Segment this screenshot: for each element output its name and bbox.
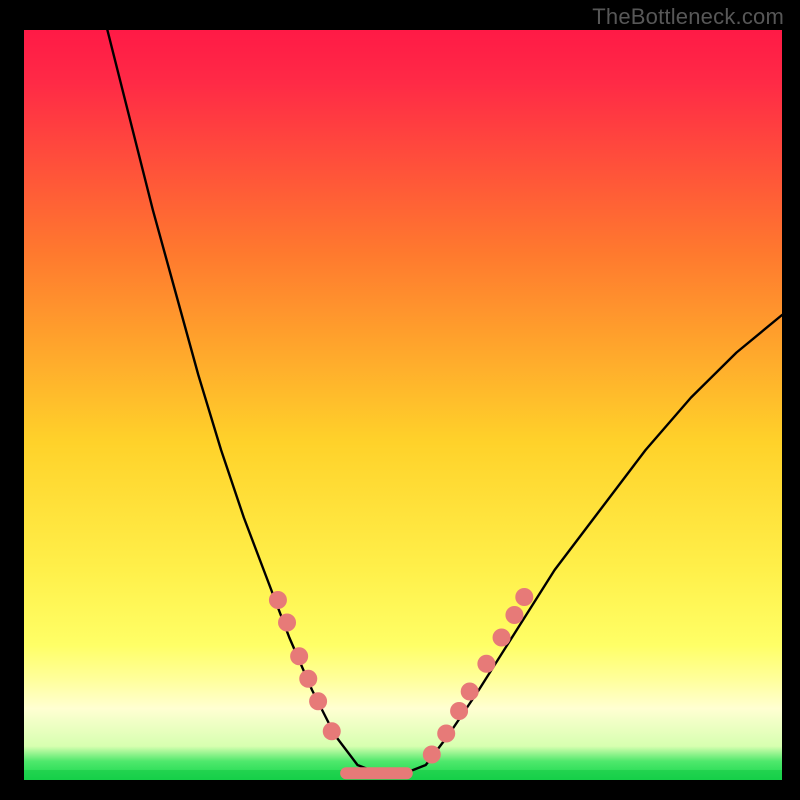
chart-frame: TheBottleneck.com <box>0 0 800 800</box>
data-dot <box>505 606 523 624</box>
data-dot <box>323 722 341 740</box>
data-dot <box>290 647 308 665</box>
data-dot <box>278 614 296 632</box>
data-dot <box>299 670 317 688</box>
data-dot <box>437 725 455 743</box>
watermark-text: TheBottleneck.com <box>592 4 784 30</box>
data-dot <box>461 683 479 701</box>
data-dot <box>269 591 287 609</box>
data-dot <box>423 746 441 764</box>
plot-area <box>24 30 782 780</box>
data-dot <box>450 702 468 720</box>
data-dot <box>493 629 511 647</box>
data-dot <box>309 692 327 710</box>
data-dot <box>477 655 495 673</box>
data-dot <box>515 588 533 606</box>
bottleneck-chart <box>24 30 782 780</box>
heat-gradient <box>24 30 782 780</box>
